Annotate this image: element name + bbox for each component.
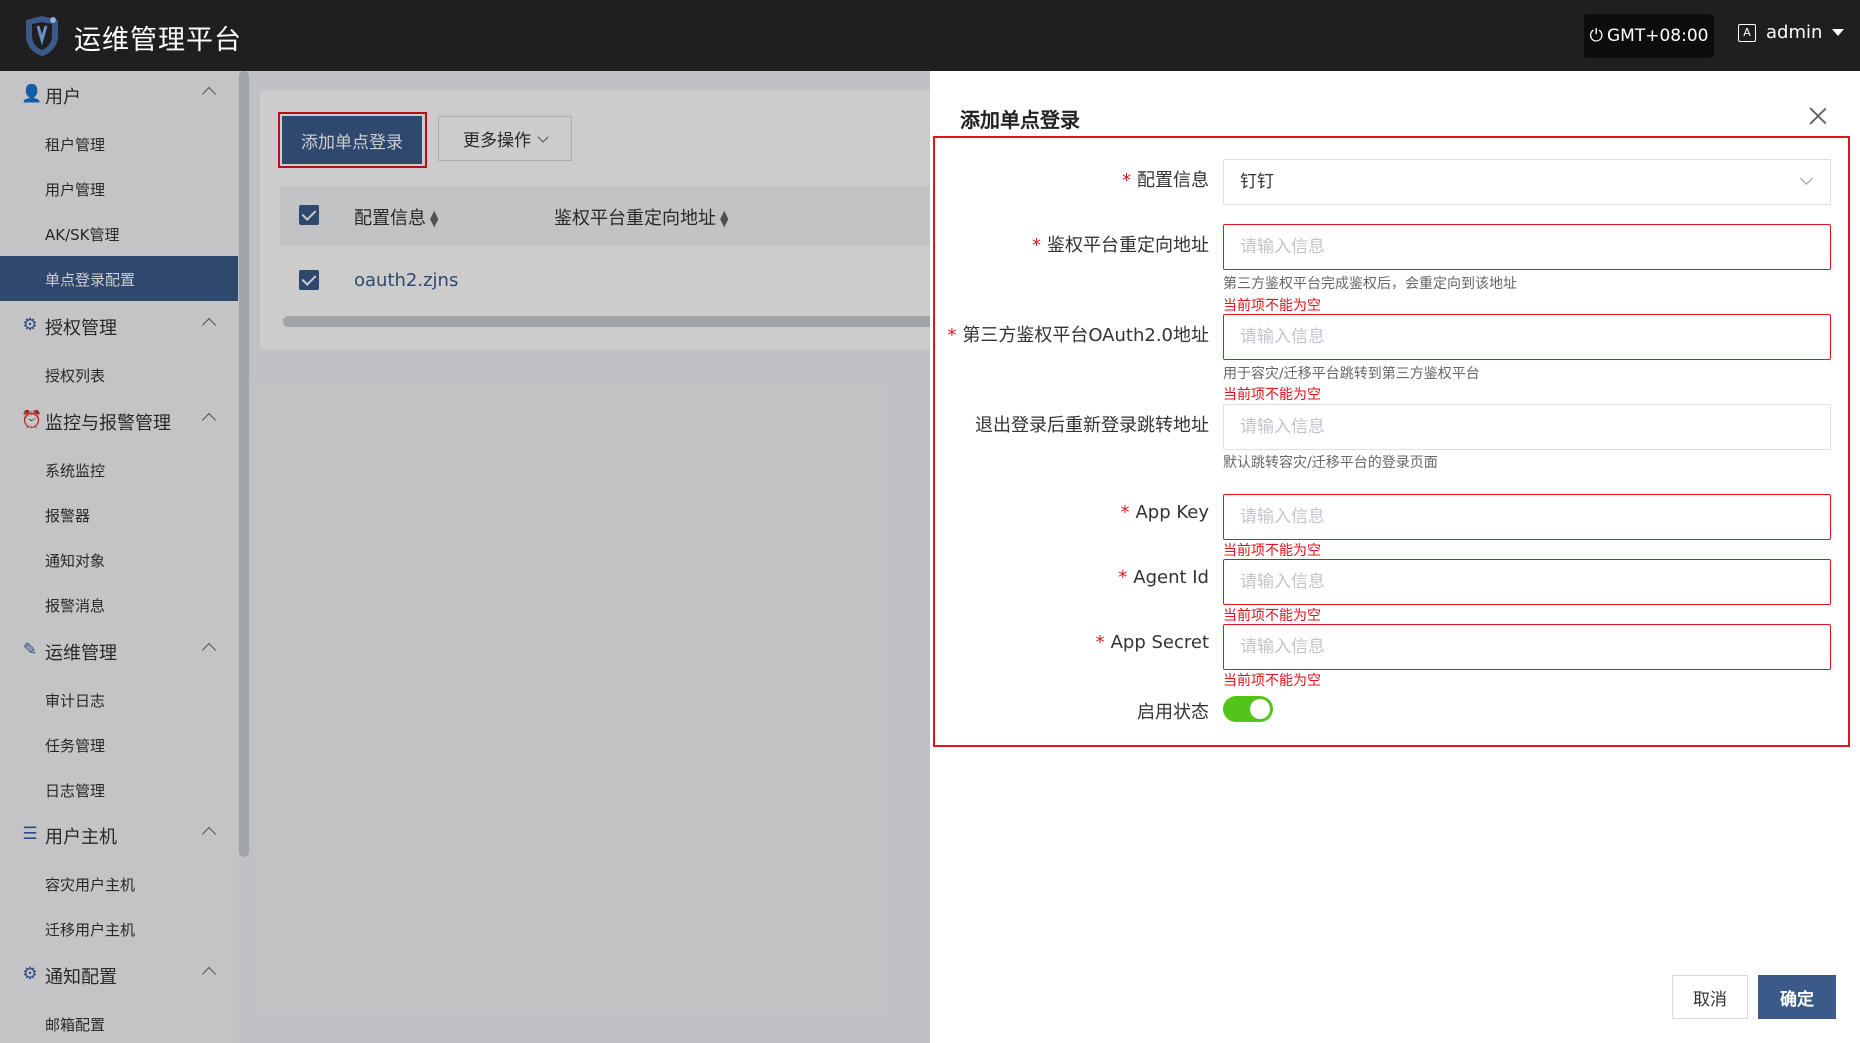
config-select[interactable]: 钉钉	[1223, 159, 1831, 205]
label-app-secret: * App Secret	[1095, 632, 1209, 653]
app-key-input[interactable]	[1223, 494, 1831, 540]
cancel-button[interactable]: 取消	[1672, 975, 1748, 1019]
label-enable: 启用状态	[1137, 702, 1209, 723]
label-agent-id: * Agent Id	[1118, 567, 1209, 588]
redirect-error: 当前项不能为空	[1223, 298, 1321, 314]
user-menu[interactable]: A admin	[1738, 22, 1845, 43]
close-icon[interactable]	[1808, 106, 1828, 126]
label-config: * 配置信息	[1122, 170, 1209, 191]
oauth-error: 当前项不能为空	[1223, 387, 1321, 403]
logout-redirect-input[interactable]	[1223, 404, 1831, 450]
agent-id-error: 当前项不能为空	[1223, 608, 1321, 624]
label-redirect: * 鉴权平台重定向地址	[1032, 235, 1209, 256]
shield-logo-icon	[26, 16, 58, 56]
redirect-url-input[interactable]	[1223, 224, 1831, 270]
language-icon: A	[1738, 23, 1756, 42]
toggle-knob	[1250, 699, 1270, 719]
app-secret-input[interactable]	[1223, 624, 1831, 670]
agent-id-input[interactable]	[1223, 559, 1831, 605]
app-key-error: 当前项不能为空	[1223, 543, 1321, 559]
modal-overlay[interactable]	[0, 71, 930, 1043]
oauth-url-input[interactable]	[1223, 314, 1831, 360]
app-title: 运维管理平台	[74, 25, 242, 56]
clock-icon: ⏻	[1589, 26, 1603, 46]
confirm-button[interactable]: 确定	[1758, 975, 1836, 1019]
logout-hint: 默认跳转容灾/迁移平台的登录页面	[1223, 455, 1438, 471]
caret-down-icon	[1832, 29, 1845, 36]
username: admin	[1766, 22, 1823, 43]
label-app-key: * App Key	[1120, 502, 1209, 523]
timezone-button[interactable]: ⏻ GMT+08:00	[1584, 14, 1714, 58]
label-logout: 退出登录后重新登录跳转地址	[975, 415, 1209, 436]
drawer-title: 添加单点登录	[960, 108, 1080, 132]
enable-toggle[interactable]	[1223, 696, 1273, 722]
label-oauth: * 第三方鉴权平台OAuth2.0地址	[947, 325, 1209, 346]
redirect-hint: 第三方鉴权平台完成鉴权后，会重定向到该地址	[1223, 276, 1517, 292]
timezone-label: GMT+08:00	[1606, 26, 1709, 46]
oauth-hint: 用于容灾/迁移平台跳转到第三方鉴权平台	[1223, 366, 1480, 382]
top-header: 运维管理平台 ⏻ GMT+08:00 A admin	[0, 0, 1860, 71]
app-secret-error: 当前项不能为空	[1223, 673, 1321, 689]
